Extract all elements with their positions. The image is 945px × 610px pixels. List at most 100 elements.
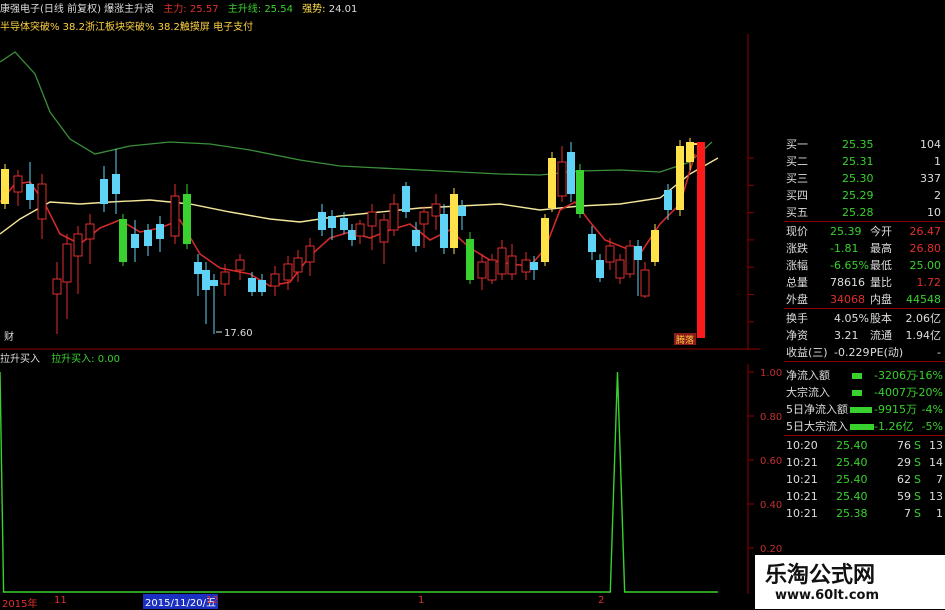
- stat-value-2: 25.00: [909, 259, 942, 272]
- candle-body: [235, 259, 245, 271]
- bid-label: 买二: [786, 155, 808, 168]
- candle-body: [13, 175, 23, 193]
- bid-row: 买五 25.28 10: [784, 204, 945, 221]
- bid-volume: 104: [920, 138, 941, 151]
- tick-price: 25.40: [836, 490, 868, 503]
- bid-label: 买五: [786, 206, 808, 219]
- candle-body: [210, 280, 218, 286]
- flow-pct: -16%: [914, 369, 943, 382]
- stat-row: 现价 25.39 今开 26.47: [784, 223, 945, 240]
- stat-value-2: 26.80: [909, 242, 942, 255]
- stat-row: 涨跌 -1.81 最高 26.80: [784, 240, 945, 257]
- candle-body: [367, 211, 377, 227]
- axis-month-11: 11: [54, 595, 67, 606]
- zhushengxian-label: 主升线:: [227, 4, 262, 15]
- candle-body: [340, 218, 348, 230]
- axis-year-label: 2015年: [2, 599, 38, 610]
- candle-body: [1, 169, 9, 204]
- candle-body: [379, 219, 389, 243]
- stat-label-2: 内盘: [870, 293, 892, 306]
- candle-body: [497, 247, 507, 275]
- tick-count: 14: [929, 456, 943, 469]
- bid-label: 买四: [786, 189, 808, 202]
- candle-body: [112, 174, 120, 194]
- flow-value: -1.26亿: [874, 420, 914, 433]
- stat2-row: 收益(三) -0.229 PE(动) -: [784, 344, 945, 361]
- stat-label-2: 最高: [870, 242, 892, 255]
- candle-body: [431, 203, 441, 217]
- sub-tick-label: 0.80: [760, 412, 782, 423]
- candle-body: [605, 245, 615, 263]
- candlestick-chart[interactable]: 24.0023.0022.0021.0020.0019.0018.0017.60…: [0, 34, 760, 350]
- stat-value-1: -1.81: [830, 242, 859, 255]
- tick-row: 10:21 25.40 29 S 14: [784, 454, 945, 471]
- candle-body: [676, 146, 684, 210]
- tick-count: 1: [936, 507, 943, 520]
- axis-month-12: 12: [206, 595, 219, 606]
- axis-month-2: 2: [598, 595, 605, 606]
- upper-band-line: [0, 51, 713, 176]
- tick-volume: 59: [897, 490, 911, 503]
- tick-count: 13: [929, 490, 943, 503]
- stat2-row: 换手 4.05% 股本 2.06亿: [784, 310, 945, 327]
- candle-body: [458, 206, 466, 216]
- flow-bar: [852, 390, 862, 396]
- candle-body: [615, 259, 625, 279]
- stat-value-1: 78616: [830, 276, 865, 289]
- bid-price: 25.30: [842, 172, 874, 185]
- tick-volume: 76: [897, 439, 911, 452]
- tick-count: 7: [936, 473, 943, 486]
- date-axis: 2015年 11 2015/11/20/五 12 1 2: [0, 594, 760, 610]
- stat-label-1: 现价: [786, 225, 808, 238]
- candle-body: [625, 245, 635, 275]
- sub-tick-label: 0.60: [760, 456, 782, 467]
- bid-price: 25.28: [842, 206, 874, 219]
- candle-body: [156, 224, 164, 239]
- watermark-url: www.60lt.com: [775, 588, 880, 603]
- stat-row: 外盘 34068 内盘 44548: [784, 291, 945, 308]
- tick-price: 25.40: [836, 456, 868, 469]
- tick-side: S: [914, 456, 921, 469]
- candle-body: [567, 152, 575, 194]
- candle-body: [389, 203, 399, 231]
- zhuli-value: 25.57: [189, 4, 219, 15]
- candle-body: [220, 271, 230, 285]
- candle-body: [487, 259, 497, 281]
- stat-value-1: -6.65%: [830, 259, 869, 272]
- tick-price: 25.40: [836, 439, 868, 452]
- bid-label: 买三: [786, 172, 808, 185]
- indicator-chart[interactable]: 1.00 0.80 0.60 0.40 0.20: [0, 364, 784, 594]
- tick-side: S: [914, 439, 921, 452]
- quote-divider: [784, 308, 945, 309]
- flow-bar: [850, 407, 872, 413]
- flow-row: 大宗流入 -4007万 -20%: [784, 384, 945, 401]
- stat-label-2: 量比: [870, 276, 892, 289]
- tick-volume: 29: [897, 456, 911, 469]
- candle-body: [530, 262, 538, 270]
- candle-body: [144, 230, 152, 246]
- tick-time: 10:21: [786, 456, 818, 469]
- qiangshi-label: 强势:: [302, 4, 326, 15]
- sub-tick-label: 0.40: [760, 500, 782, 511]
- candle-body: [183, 194, 191, 244]
- flow-label: 5日大宗流入: [786, 420, 848, 433]
- stat-row: 涨幅 -6.65% 最低 25.00: [784, 257, 945, 274]
- tick-time: 10:21: [786, 490, 818, 503]
- candle-body: [85, 223, 95, 240]
- candle-body: [588, 234, 596, 252]
- stat2-value-2: 1.94亿: [905, 329, 942, 342]
- candle-body: [651, 230, 659, 262]
- flow-label: 5日净流入额: [786, 403, 848, 416]
- candle-body: [100, 179, 108, 204]
- candle-body: [52, 278, 62, 295]
- flow-pct: -4%: [921, 403, 943, 416]
- candle-body: [202, 270, 210, 290]
- zhushengxian-value: 25.54: [264, 4, 293, 15]
- watermark-title: 乐淘公式网: [765, 562, 876, 588]
- candle-body: [37, 183, 47, 220]
- flow-label: 净流入额: [786, 369, 830, 382]
- stat-label-2: 今开: [870, 225, 892, 238]
- stat2-label-1: 换手: [786, 312, 808, 325]
- tick-side: S: [914, 490, 921, 503]
- candle-body: [258, 280, 266, 292]
